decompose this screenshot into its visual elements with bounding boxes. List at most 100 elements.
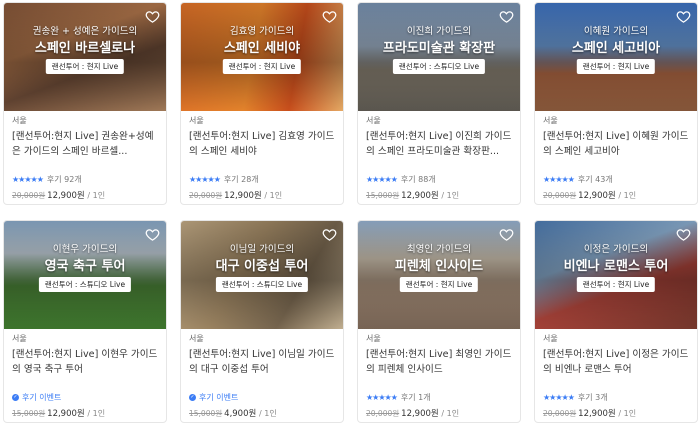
product-card[interactable]: 권송완 + 성예은 가이드의 스페인 바르셀로나 랜선투어 : 현지 Live … [3,2,167,205]
tour-type-badge: 랜선투어 : 현지 Live [399,277,479,292]
thumbnail-guide-text: 이정은 가이드의 [583,244,649,255]
heart-icon[interactable] [145,227,160,242]
product-title[interactable]: [랜선투어:현지 Live] 이진희 가이드의 스페인 프라도미술관 확장판..… [366,129,514,159]
city-label: 서울 [366,334,381,343]
price-unit: / 1인 [618,191,637,200]
tour-type-badge: 랜선투어 : 스튜디오 Live [392,59,486,74]
tour-type-badge: 랜선투어 : 현지 Live [576,277,656,292]
thumbnail-guide-text: 이진희 가이드의 [406,26,472,37]
price: 20,000원 12,900원 / 1인 [189,189,282,201]
price-unit: / 1인 [87,409,106,418]
heart-icon[interactable] [145,9,160,24]
heart-icon[interactable] [676,9,691,24]
rating: ★★★★★ 후기 92개 [12,174,82,185]
sale-price: 12,900원 [578,191,616,201]
product-title[interactable]: [랜선투어:현지 Live] 이혜원 가이드의 스페인 세고비아 [543,129,691,159]
thumbnail-title-text: 대구 이중섭 투어 [215,259,309,274]
star-rating-icon: ★★★★★ [543,393,575,402]
heart-icon[interactable] [322,9,337,24]
rating: ★★★★★ 후기 3개 [543,392,608,403]
thumbnail-title-text: 영국 축구 투어 [44,259,126,274]
rating: ★★★★★ 후기 88개 [366,174,436,185]
tour-type-badge: 랜선투어 : 현지 Live [45,59,125,74]
product-card[interactable]: 이현우 가이드의 영국 축구 투어 랜선투어 : 스튜디오 Live 서울 [랜… [3,220,167,423]
city-label: 서울 [12,116,27,125]
review-count: 후기 28개 [223,175,259,184]
heart-icon[interactable] [676,227,691,242]
heart-icon[interactable] [322,227,337,242]
rating: ✓ 후기 이벤트 [189,392,238,403]
star-rating-icon: ★★★★★ [189,175,221,184]
review-count: 후기 3개 [577,393,608,402]
original-price: 20,000원 [543,409,577,418]
review-count: 후기 88개 [400,175,436,184]
product-title[interactable]: [랜선투어:현지 Live] 이님일 가이드의 대구 이중섭 투어 [189,347,337,377]
product-card[interactable]: 이진희 가이드의 프라도미술관 확장판 랜선투어 : 스튜디오 Live 서울 … [357,2,521,205]
star-rating-icon: ★★★★★ [366,393,398,402]
product-title[interactable]: [랜선투어:현지 Live] 김효영 가이드의 스페인 세비야 [189,129,337,159]
heart-icon[interactable] [499,9,514,24]
rating: ★★★★★ 후기 1개 [366,392,431,403]
price-unit: / 1인 [87,191,106,200]
product-thumbnail[interactable]: 이혜원 가이드의 스페인 세고비아 랜선투어 : 현지 Live [535,3,697,111]
product-card[interactable]: 이혜원 가이드의 스페인 세고비아 랜선투어 : 현지 Live 서울 [랜선투… [534,2,698,205]
review-event-label: 후기 이벤트 [22,393,62,402]
heart-icon[interactable] [499,227,514,242]
product-thumbnail[interactable]: 김효영 가이드의 스페인 세비야 랜선투어 : 현지 Live [181,3,343,111]
product-thumbnail[interactable]: 이진희 가이드의 프라도미술관 확장판 랜선투어 : 스튜디오 Live [358,3,520,111]
product-card[interactable]: 최영인 가이드의 피렌체 인사이드 랜선투어 : 현지 Live 서울 [랜선투… [357,220,521,423]
tour-type-badge: 랜선투어 : 현지 Live [222,59,302,74]
product-thumbnail[interactable]: 권송완 + 성예은 가이드의 스페인 바르셀로나 랜선투어 : 현지 Live [4,3,166,111]
price: 15,000원 12,900원 / 1인 [12,407,105,419]
product-thumbnail[interactable]: 최영인 가이드의 피렌체 인사이드 랜선투어 : 현지 Live [358,221,520,329]
price: 20,000원 12,900원 / 1인 [543,407,636,419]
star-rating-icon: ★★★★★ [12,175,44,184]
price: 20,000원 12,900원 / 1인 [543,189,636,201]
product-card[interactable]: 김효영 가이드의 스페인 세비야 랜선투어 : 현지 Live 서울 [랜선투어… [180,2,344,205]
original-price: 15,000원 [366,191,400,200]
city-label: 서울 [189,116,204,125]
star-rating-icon: ★★★★★ [543,175,575,184]
price-unit: / 1인 [441,409,460,418]
tour-type-badge: 랜선투어 : 스튜디오 Live [38,277,132,292]
original-price: 15,000원 [189,409,223,418]
city-label: 서울 [543,116,558,125]
city-label: 서울 [189,334,204,343]
review-count: 후기 1개 [400,393,431,402]
city-label: 서울 [543,334,558,343]
product-title[interactable]: [랜선투어:현지 Live] 최영인 가이드의 피렌체 인사이드 [366,347,514,377]
product-grid: 권송완 + 성예은 가이드의 스페인 바르셀로나 랜선투어 : 현지 Live … [3,0,699,426]
product-title[interactable]: [랜선투어:현지 Live] 이정은 가이드의 비엔나 로맨스 투어 [543,347,691,377]
price-unit: / 1인 [264,191,283,200]
sale-price: 12,900원 [47,191,85,201]
product-thumbnail[interactable]: 이님일 가이드의 대구 이중섭 투어 랜선투어 : 스튜디오 Live [181,221,343,329]
sale-price: 4,900원 [224,409,257,419]
product-thumbnail[interactable]: 이현우 가이드의 영국 축구 투어 랜선투어 : 스튜디오 Live [4,221,166,329]
rating: ✓ 후기 이벤트 [12,392,61,403]
price-unit: / 1인 [259,409,277,418]
event-icon: ✓ [189,394,196,401]
original-price: 15,000원 [12,409,46,418]
product-title[interactable]: [랜선투어:현지 Live] 이현우 가이드의 영국 축구 투어 [12,347,160,377]
price: 20,000원 12,900원 / 1인 [12,189,105,201]
product-thumbnail[interactable]: 이정은 가이드의 비엔나 로맨스 투어 랜선투어 : 현지 Live [535,221,697,329]
product-card[interactable]: 이정은 가이드의 비엔나 로맨스 투어 랜선투어 : 현지 Live 서울 [랜… [534,220,698,423]
price: 15,000원 4,900원 / 1인 [189,407,277,419]
sale-price: 12,900원 [401,409,439,419]
original-price: 20,000원 [366,409,400,418]
original-price: 20,000원 [189,191,223,200]
rating: ★★★★★ 후기 28개 [189,174,259,185]
product-card[interactable]: 이님일 가이드의 대구 이중섭 투어 랜선투어 : 스튜디오 Live 서울 [… [180,220,344,423]
sale-price: 12,900원 [47,409,85,419]
thumbnail-guide-text: 김효영 가이드의 [229,26,295,37]
thumbnail-guide-text: 권송완 + 성예은 가이드의 [32,26,138,37]
original-price: 20,000원 [543,191,577,200]
thumbnail-guide-text: 최영인 가이드의 [406,244,472,255]
product-title[interactable]: [랜선투어:현지 Live] 권송완+성예은 가이드의 스페인 바르셀... [12,129,160,159]
price-unit: / 1인 [618,409,637,418]
thumbnail-title-text: 스페인 바르셀로나 [34,41,136,56]
sale-price: 12,900원 [578,409,616,419]
sale-price: 12,900원 [401,191,439,201]
price: 15,000원 12,900원 / 1인 [366,189,459,201]
review-count: 후기 92개 [46,175,82,184]
